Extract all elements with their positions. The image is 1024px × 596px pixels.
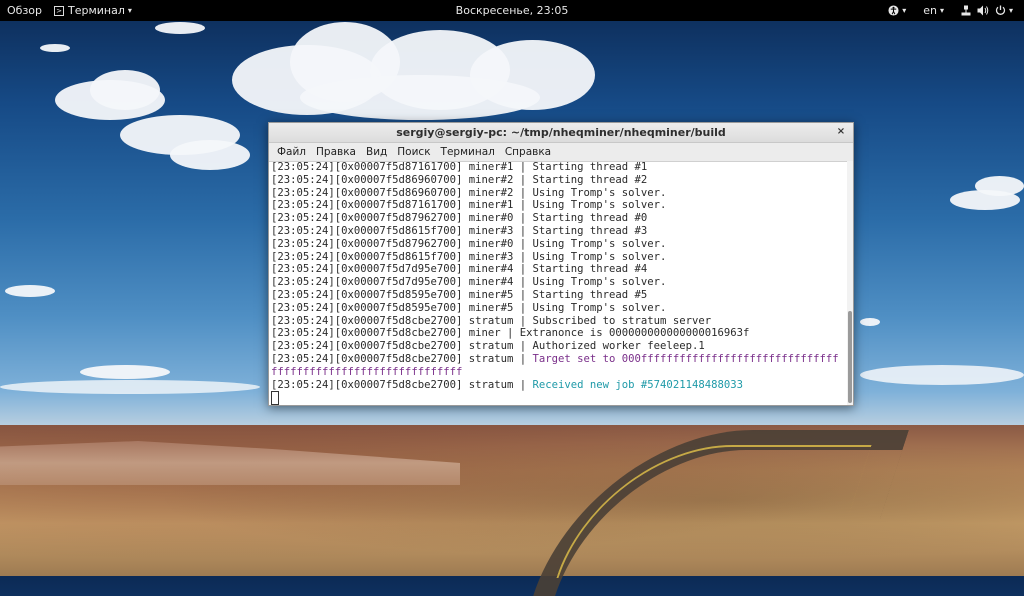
clock-label: Воскресенье, 23:05	[455, 4, 569, 17]
line-prefix: [23:05:24][0x00007f5d87161700] miner#1 |	[271, 199, 533, 212]
chevron-down-icon: ▾	[1008, 6, 1013, 15]
line-message: ffffffffffffffffffffffffffffff	[271, 365, 463, 378]
menu-view[interactable]: Вид	[361, 146, 392, 158]
line-prefix: [23:05:24][0x00007f5d87161700] miner#1 |	[271, 161, 533, 173]
menu-edit[interactable]: Правка	[311, 146, 361, 158]
line-prefix: [23:05:24][0x00007f5d8cbe2700] miner |	[271, 327, 520, 340]
network-wired-icon	[961, 5, 971, 16]
activities-button[interactable]: Обзор	[0, 0, 48, 21]
terminal-line: [23:05:24][0x00007f5d8cbe2700] stratum |…	[271, 379, 849, 392]
line-message: Extranonce is 000000000000000016963f	[519, 327, 750, 340]
line-message: Subscribed to stratum server	[532, 314, 712, 327]
menu-bar: Файл Правка Вид Поиск Терминал Справка	[269, 143, 853, 162]
line-prefix: [23:05:24][0x00007f5d7d95e700] miner#4 |	[271, 276, 533, 289]
clock[interactable]: Воскресенье, 23:05	[450, 0, 575, 21]
chevron-down-icon: ▾	[902, 6, 907, 15]
line-message: Using Tromp's solver.	[532, 250, 667, 263]
line-message: Using Tromp's solver.	[532, 237, 667, 250]
line-prefix: [23:05:24][0x00007f5d8595e700] miner#5 |	[271, 288, 533, 301]
line-message: Received new job #574021148488033	[532, 378, 743, 391]
line-message: Starting thread #1	[532, 161, 648, 173]
terminal-line: [23:05:24][0x00007f5d8615f700] miner#3 |…	[271, 251, 849, 264]
menu-terminal[interactable]: Терминал	[436, 146, 500, 158]
line-message: Starting thread #5	[532, 288, 648, 301]
line-prefix: [23:05:24][0x00007f5d8615f700] miner#3 |	[271, 250, 533, 263]
terminal-line: [23:05:24][0x00007f5d7d95e700] miner#4 |…	[271, 263, 849, 276]
line-prefix: [23:05:24][0x00007f5d7d95e700] miner#4 |	[271, 263, 533, 276]
terminal-line: [23:05:24][0x00007f5d8595e700] miner#5 |…	[271, 289, 849, 302]
chevron-down-icon: ▾	[939, 6, 944, 15]
terminal-line: [23:05:24][0x00007f5d8cbe2700] stratum |…	[271, 353, 849, 366]
line-prefix: [23:05:24][0x00007f5d8cbe2700] stratum |	[271, 314, 533, 327]
terminal-line: [23:05:24][0x00007f5d86960700] miner#2 |…	[271, 187, 849, 200]
line-message: Target set to 000fffffffffffffffffffffff…	[532, 352, 839, 365]
prompt-line	[271, 391, 849, 405]
line-prefix: [23:05:24][0x00007f5d86960700] miner#2 |	[271, 173, 533, 186]
terminal-line: [23:05:24][0x00007f5d8595e700] miner#5 |…	[271, 302, 849, 315]
line-message: Starting thread #0	[532, 212, 648, 225]
text-cursor	[271, 391, 279, 405]
menu-help[interactable]: Справка	[500, 146, 556, 158]
terminal-icon: >	[54, 5, 65, 16]
power-icon	[995, 5, 1006, 15]
line-message: Using Tromp's solver.	[532, 186, 667, 199]
line-message: Using Tromp's solver.	[532, 276, 667, 289]
volume-icon	[977, 5, 989, 16]
line-message: Authorized worker feeleep.1	[532, 340, 705, 353]
line-prefix: [23:05:24][0x00007f5d8cbe2700] stratum |	[271, 340, 533, 353]
line-prefix: [23:05:24][0x00007f5d87962700] miner#0 |	[271, 237, 533, 250]
line-prefix: [23:05:24][0x00007f5d8595e700] miner#5 |	[271, 301, 533, 314]
terminal-line: [23:05:24][0x00007f5d8615f700] miner#3 |…	[271, 225, 849, 238]
app-menu[interactable]: > Терминал ▾	[48, 0, 138, 21]
line-prefix: [23:05:24][0x00007f5d87962700] miner#0 |	[271, 212, 533, 225]
language-menu[interactable]: en ▾	[911, 0, 949, 21]
line-prefix: [23:05:24][0x00007f5d8cbe2700] stratum |	[271, 352, 533, 365]
line-message: Starting thread #2	[532, 173, 648, 186]
line-message: Using Tromp's solver.	[532, 199, 667, 212]
terminal-line: ffffffffffffffffffffffffffffff	[271, 366, 849, 379]
status-menu[interactable]: ▾	[949, 0, 1018, 21]
activities-label: Обзор	[7, 4, 43, 17]
chevron-down-icon: ▾	[127, 6, 132, 15]
terminal-line: [23:05:24][0x00007f5d87161700] miner#1 |…	[271, 199, 849, 212]
line-prefix: [23:05:24][0x00007f5d8cbe2700] stratum |	[271, 378, 533, 391]
line-prefix: [23:05:24][0x00007f5d8615f700] miner#3 |	[271, 224, 533, 237]
window-title: sergiy@sergiy-pc: ~/tmp/nheqminer/nheqmi…	[396, 126, 726, 139]
terminal-output[interactable]: [23:05:24][0x00007f5d87161700] miner#1 |…	[269, 161, 849, 405]
terminal-window[interactable]: sergiy@sergiy-pc: ~/tmp/nheqminer/nheqmi…	[268, 122, 854, 406]
terminal-line: [23:05:24][0x00007f5d87161700] miner#1 |…	[271, 161, 849, 174]
scrollbar-thumb[interactable]	[848, 311, 852, 403]
window-titlebar[interactable]: sergiy@sergiy-pc: ~/tmp/nheqminer/nheqmi…	[269, 123, 853, 143]
terminal-line: [23:05:24][0x00007f5d86960700] miner#2 |…	[271, 174, 849, 187]
terminal-line: [23:05:24][0x00007f5d87962700] miner#0 |…	[271, 238, 849, 251]
terminal-line: [23:05:24][0x00007f5d8cbe2700] miner | E…	[271, 327, 849, 340]
close-button[interactable]: ×	[834, 125, 848, 139]
system-tray: ▾ en ▾ ▾	[883, 0, 1018, 21]
menu-search[interactable]: Поиск	[392, 146, 435, 158]
line-message: Starting thread #3	[532, 224, 648, 237]
line-message: Using Tromp's solver.	[532, 301, 667, 314]
menu-file[interactable]: Файл	[272, 146, 311, 158]
line-message: Starting thread #4	[532, 263, 648, 276]
line-prefix: [23:05:24][0x00007f5d86960700] miner#2 |	[271, 186, 533, 199]
accessibility-menu[interactable]: ▾	[883, 0, 911, 21]
accessibility-icon	[888, 5, 899, 16]
language-label: en	[923, 4, 937, 17]
terminal-line: [23:05:24][0x00007f5d87962700] miner#0 |…	[271, 212, 849, 225]
terminal-line: [23:05:24][0x00007f5d8cbe2700] stratum |…	[271, 340, 849, 353]
terminal-line: [23:05:24][0x00007f5d8cbe2700] stratum |…	[271, 315, 849, 328]
app-menu-label: Терминал	[68, 4, 125, 17]
scrollbar[interactable]	[847, 161, 853, 405]
terminal-line: [23:05:24][0x00007f5d7d95e700] miner#4 |…	[271, 276, 849, 289]
top-panel: Обзор > Терминал ▾ Воскресенье, 23:05 ▾ …	[0, 0, 1024, 21]
